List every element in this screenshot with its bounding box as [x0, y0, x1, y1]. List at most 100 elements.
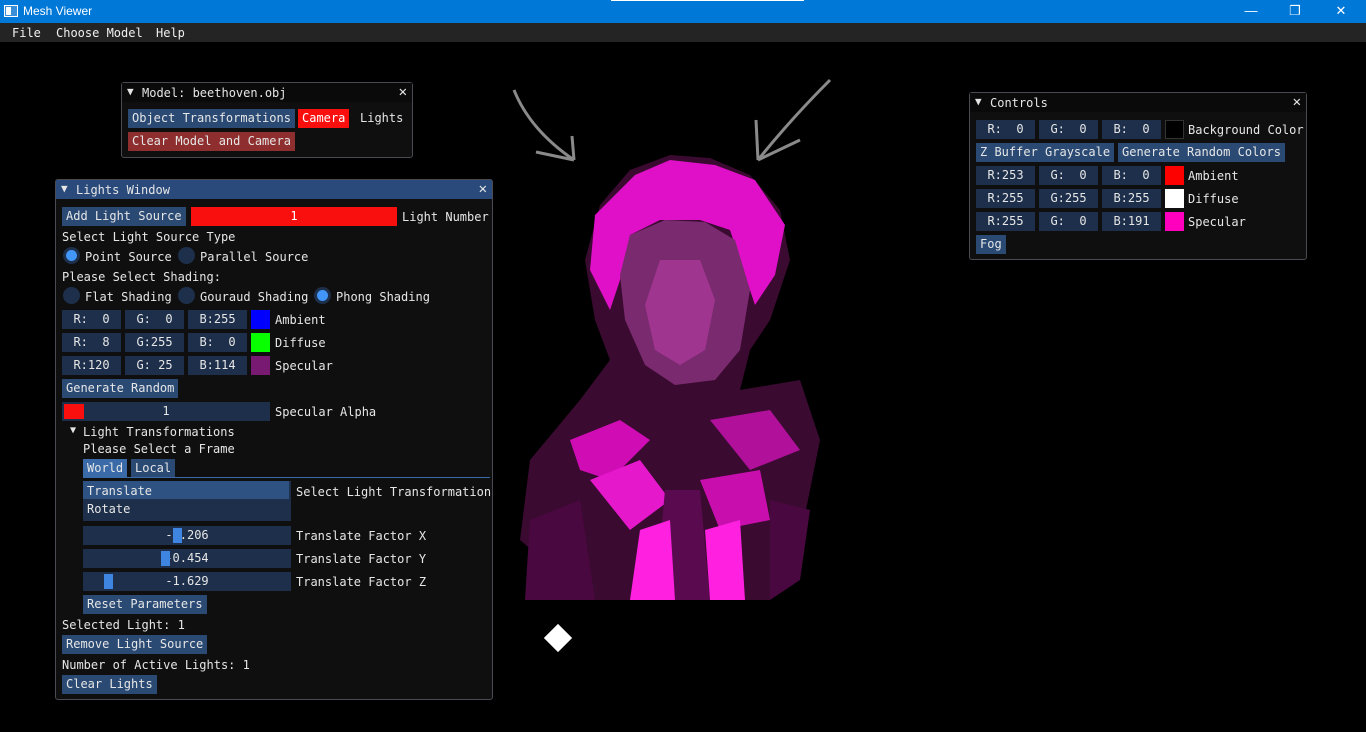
beethoven-bust — [520, 155, 820, 600]
diffuse-r-field[interactable]: R: 8 — [62, 333, 121, 352]
background-color-swatch[interactable] — [1165, 120, 1184, 139]
specular-color-swatch[interactable] — [1165, 212, 1184, 231]
specular-r-field[interactable]: R:255 — [976, 212, 1035, 231]
ambient-g-field[interactable]: G: 0 — [125, 310, 184, 329]
clear-lights-button[interactable]: Clear Lights — [62, 675, 157, 694]
app-icon — [4, 5, 18, 17]
lights-window: ▼ Lights Window ✕ Add Light Source 1 Lig… — [55, 179, 493, 700]
reset-parameters-button[interactable]: Reset Parameters — [83, 595, 207, 614]
tab-local[interactable]: Local — [131, 459, 176, 477]
specular-alpha-slider[interactable]: 1 — [62, 402, 270, 421]
translate-y-slider[interactable]: -0.454 — [83, 549, 291, 568]
shading-label: Please Select Shading: — [62, 270, 221, 284]
viewport-render — [512, 78, 832, 653]
translate-z-grab[interactable] — [104, 574, 113, 589]
fog-button[interactable]: Fog — [976, 235, 1006, 254]
background-g-field[interactable]: G: 0 — [1039, 120, 1098, 139]
specular-g-field[interactable]: G: 0 — [1039, 212, 1098, 231]
tab-world[interactable]: World — [83, 459, 128, 477]
collapse-arrow-icon[interactable]: ▼ — [975, 95, 982, 108]
add-light-source-button[interactable]: Add Light Source — [62, 207, 186, 226]
generate-random-button[interactable]: Generate Random — [62, 379, 179, 398]
lights-window-header[interactable]: ▼ Lights Window ✕ — [56, 180, 492, 199]
model-window-header[interactable]: ▼ Model: beethoven.obj ✕ — [122, 83, 412, 102]
close-icon[interactable]: ✕ — [399, 84, 407, 100]
tab-object-transformations[interactable]: Object Transformations — [128, 109, 295, 128]
light-transformations-header[interactable]: Light Transformations — [83, 425, 235, 439]
light-number-slider[interactable]: 1 — [191, 207, 397, 226]
diffuse-r-field[interactable]: R:255 — [976, 189, 1035, 208]
specular-r-field[interactable]: R:120 — [62, 356, 121, 375]
transform-label: Select Light Transformation — [296, 485, 492, 499]
tree-arrow-icon[interactable]: ▼ — [70, 425, 76, 436]
tab-camera[interactable]: Camera — [298, 109, 350, 128]
z-buffer-grayscale-button[interactable]: Z Buffer Grayscale — [976, 143, 1115, 162]
translate-z-slider[interactable]: -1.629 — [83, 572, 291, 591]
specular-alpha-label: Specular Alpha — [275, 405, 377, 419]
radio-point-source[interactable] — [63, 247, 80, 264]
background-b-field[interactable]: B: 0 — [1102, 120, 1161, 139]
tab-lights[interactable]: Lights — [356, 109, 408, 128]
collapse-arrow-icon[interactable]: ▼ — [127, 85, 134, 98]
diffuse-color-swatch[interactable] — [251, 333, 270, 352]
translate-y-grab[interactable] — [161, 551, 170, 566]
translate-x-label: Translate Factor X — [296, 529, 427, 543]
title-bar-highlight — [611, 0, 804, 1]
background-color-label: Background Color — [1188, 123, 1304, 137]
menu-help[interactable]: Help — [156, 26, 185, 40]
controls-window: ▼ Controls ✕ R: 0 G: 0 B: 0 Background C… — [969, 92, 1307, 260]
menu-choose-model[interactable]: Choose Model — [56, 26, 143, 40]
specular-alpha-grab[interactable] — [64, 404, 84, 419]
close-window-button[interactable]: ✕ — [1318, 0, 1364, 23]
maximize-button[interactable]: ❐ — [1272, 0, 1318, 23]
background-r-field[interactable]: R: 0 — [976, 120, 1035, 139]
ambient-b-field[interactable]: B: 0 — [1102, 166, 1161, 185]
title-bar: Mesh Viewer — ❐ ✕ — [0, 0, 1366, 23]
radio-parallel-source[interactable] — [178, 247, 195, 264]
ambient-r-field[interactable]: R:253 — [976, 166, 1035, 185]
translate-z-label: Translate Factor Z — [296, 575, 427, 589]
diffuse-b-field[interactable]: B: 0 — [188, 333, 247, 352]
radio-phong-shading[interactable] — [314, 287, 331, 304]
ambient-b-field[interactable]: B:255 — [188, 310, 247, 329]
ambient-g-field[interactable]: G: 0 — [1039, 166, 1098, 185]
phong-shading-label: Phong Shading — [336, 290, 430, 304]
tab-underline — [83, 477, 490, 478]
specular-label: Specular — [275, 359, 333, 373]
specular-g-field[interactable]: G: 25 — [125, 356, 184, 375]
menu-bar: File Choose Model Help — [0, 23, 1366, 42]
specular-color-swatch[interactable] — [251, 356, 270, 375]
ambient-r-field[interactable]: R: 0 — [62, 310, 121, 329]
generate-random-colors-button[interactable]: Generate Random Colors — [1118, 143, 1285, 162]
parallel-source-label: Parallel Source — [200, 250, 309, 264]
specular-label: Specular — [1188, 215, 1246, 229]
controls-window-title: Controls — [990, 96, 1048, 110]
specular-b-field[interactable]: B:191 — [1102, 212, 1161, 231]
menu-file[interactable]: File — [12, 26, 41, 40]
diffuse-g-field[interactable]: G:255 — [1039, 189, 1098, 208]
radio-gouraud-shading[interactable] — [178, 287, 195, 304]
specular-b-field[interactable]: B:114 — [188, 356, 247, 375]
remove-light-source-button[interactable]: Remove Light Source — [62, 635, 208, 654]
minimize-button[interactable]: — — [1228, 0, 1274, 23]
diffuse-color-swatch[interactable] — [1165, 189, 1184, 208]
diffuse-b-field[interactable]: B:255 — [1102, 189, 1161, 208]
clear-model-camera-button[interactable]: Clear Model and Camera — [128, 132, 295, 151]
list-item-rotate[interactable]: Rotate — [87, 502, 130, 516]
close-icon[interactable]: ✕ — [479, 181, 487, 197]
collapse-arrow-icon[interactable]: ▼ — [61, 182, 68, 195]
list-item-translate[interactable]: Translate — [83, 481, 289, 499]
light-source-marker — [543, 623, 573, 653]
source-type-label: Select Light Source Type — [62, 230, 236, 244]
ambient-color-swatch[interactable] — [1165, 166, 1184, 185]
translate-x-grab[interactable] — [173, 528, 182, 543]
ambient-color-swatch[interactable] — [251, 310, 270, 329]
point-source-label: Point Source — [85, 250, 172, 264]
diffuse-g-field[interactable]: G:255 — [125, 333, 184, 352]
active-lights-text: Number of Active Lights: 1 — [62, 658, 250, 672]
close-icon[interactable]: ✕ — [1293, 94, 1301, 110]
translate-x-slider[interactable]: -0.206 — [83, 526, 291, 545]
controls-window-header[interactable]: ▼ Controls ✕ — [970, 93, 1306, 112]
radio-flat-shading[interactable] — [63, 287, 80, 304]
diffuse-label: Diffuse — [1188, 192, 1239, 206]
